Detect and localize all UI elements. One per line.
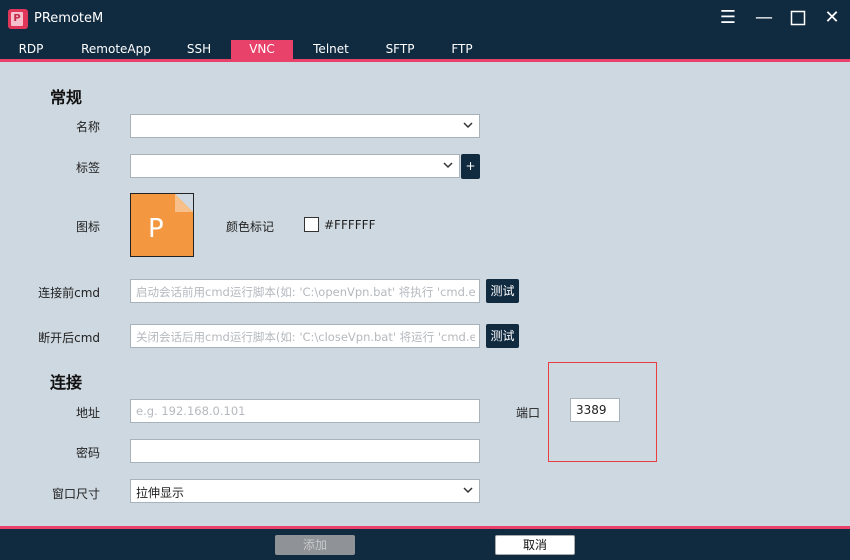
pre-cmd-placeholder: 启动会话前用cmd运行脚本(如: 'C:\openVpn.bat' 将执行 'c…: [136, 285, 475, 299]
color-swatch[interactable]: [304, 217, 319, 232]
tab-underline: [0, 59, 850, 62]
port-highlight-box: [548, 362, 657, 462]
menu-icon[interactable]: ☰: [714, 6, 742, 30]
pre-cmd-input[interactable]: 启动会话前用cmd运行脚本(如: 'C:\openVpn.bat' 将执行 'c…: [130, 279, 480, 303]
password-label: 密码: [75, 446, 100, 460]
minimize-icon[interactable]: —: [750, 6, 778, 30]
protocol-tab-bar: RDP RemoteApp SSH VNC Telnet SFTP FTP: [0, 40, 850, 60]
pre-cmd-label: 连接前cmd: [38, 286, 100, 300]
cancel-button[interactable]: 取消: [495, 535, 575, 555]
chevron-down-icon: [443, 162, 453, 169]
tab-vnc[interactable]: VNC: [231, 40, 293, 59]
server-icon-picker[interactable]: P: [130, 193, 194, 257]
post-cmd-label: 断开后cmd: [38, 331, 100, 345]
pre-cmd-test-button[interactable]: 测试: [486, 279, 519, 303]
window-size-label: 窗口尺寸: [51, 487, 100, 501]
tab-telnet[interactable]: Telnet: [302, 40, 360, 59]
name-label: 名称: [75, 120, 100, 134]
address-placeholder: e.g. 192.168.0.101: [136, 404, 246, 418]
window-size-value: 拉伸显示: [136, 486, 185, 500]
tag-label: 标签: [75, 161, 100, 175]
post-cmd-input[interactable]: 关闭会话后用cmd运行脚本(如: 'C:\closeVpn.bat' 将运行 '…: [130, 324, 480, 348]
server-icon-letter: P: [148, 214, 164, 244]
window-size-select[interactable]: 拉伸显示: [130, 479, 480, 503]
post-cmd-test-button[interactable]: 测试: [486, 324, 519, 348]
connection-section-title: 连接: [50, 373, 83, 392]
icon-label: 图标: [75, 220, 100, 234]
chevron-down-icon: [463, 487, 473, 494]
tab-ssh[interactable]: SSH: [176, 40, 222, 59]
add-button[interactable]: 添加: [275, 535, 355, 555]
password-input[interactable]: [130, 439, 480, 463]
chevron-down-icon: [463, 122, 473, 129]
color-value: #FFFFFF: [324, 218, 376, 232]
close-icon[interactable]: ✕: [818, 6, 846, 30]
add-tag-button[interactable]: +: [461, 154, 480, 179]
app-title: PRemoteM: [34, 11, 104, 26]
general-section-title: 常规: [50, 88, 83, 107]
port-label: 端口: [516, 406, 541, 420]
tag-combobox[interactable]: [130, 154, 460, 178]
tab-remoteapp[interactable]: RemoteApp: [70, 40, 162, 59]
tab-rdp[interactable]: RDP: [6, 40, 56, 59]
address-input[interactable]: e.g. 192.168.0.101: [130, 399, 480, 423]
footer-bar: 添加 取消: [0, 529, 850, 560]
title-bar: P PRemoteM ☰ — ✕: [0, 0, 850, 40]
maximize-icon[interactable]: [784, 6, 812, 30]
tab-sftp[interactable]: SFTP: [374, 40, 426, 59]
address-label: 地址: [75, 406, 100, 420]
post-cmd-placeholder: 关闭会话后用cmd运行脚本(如: 'C:\closeVpn.bat' 将运行 '…: [136, 330, 475, 344]
app-logo-letter: P: [11, 12, 23, 26]
tab-ftp[interactable]: FTP: [440, 40, 484, 59]
app-logo-icon: P: [8, 9, 28, 29]
color-mark-label: 颜色标记: [226, 220, 275, 234]
name-combobox[interactable]: [130, 114, 480, 138]
